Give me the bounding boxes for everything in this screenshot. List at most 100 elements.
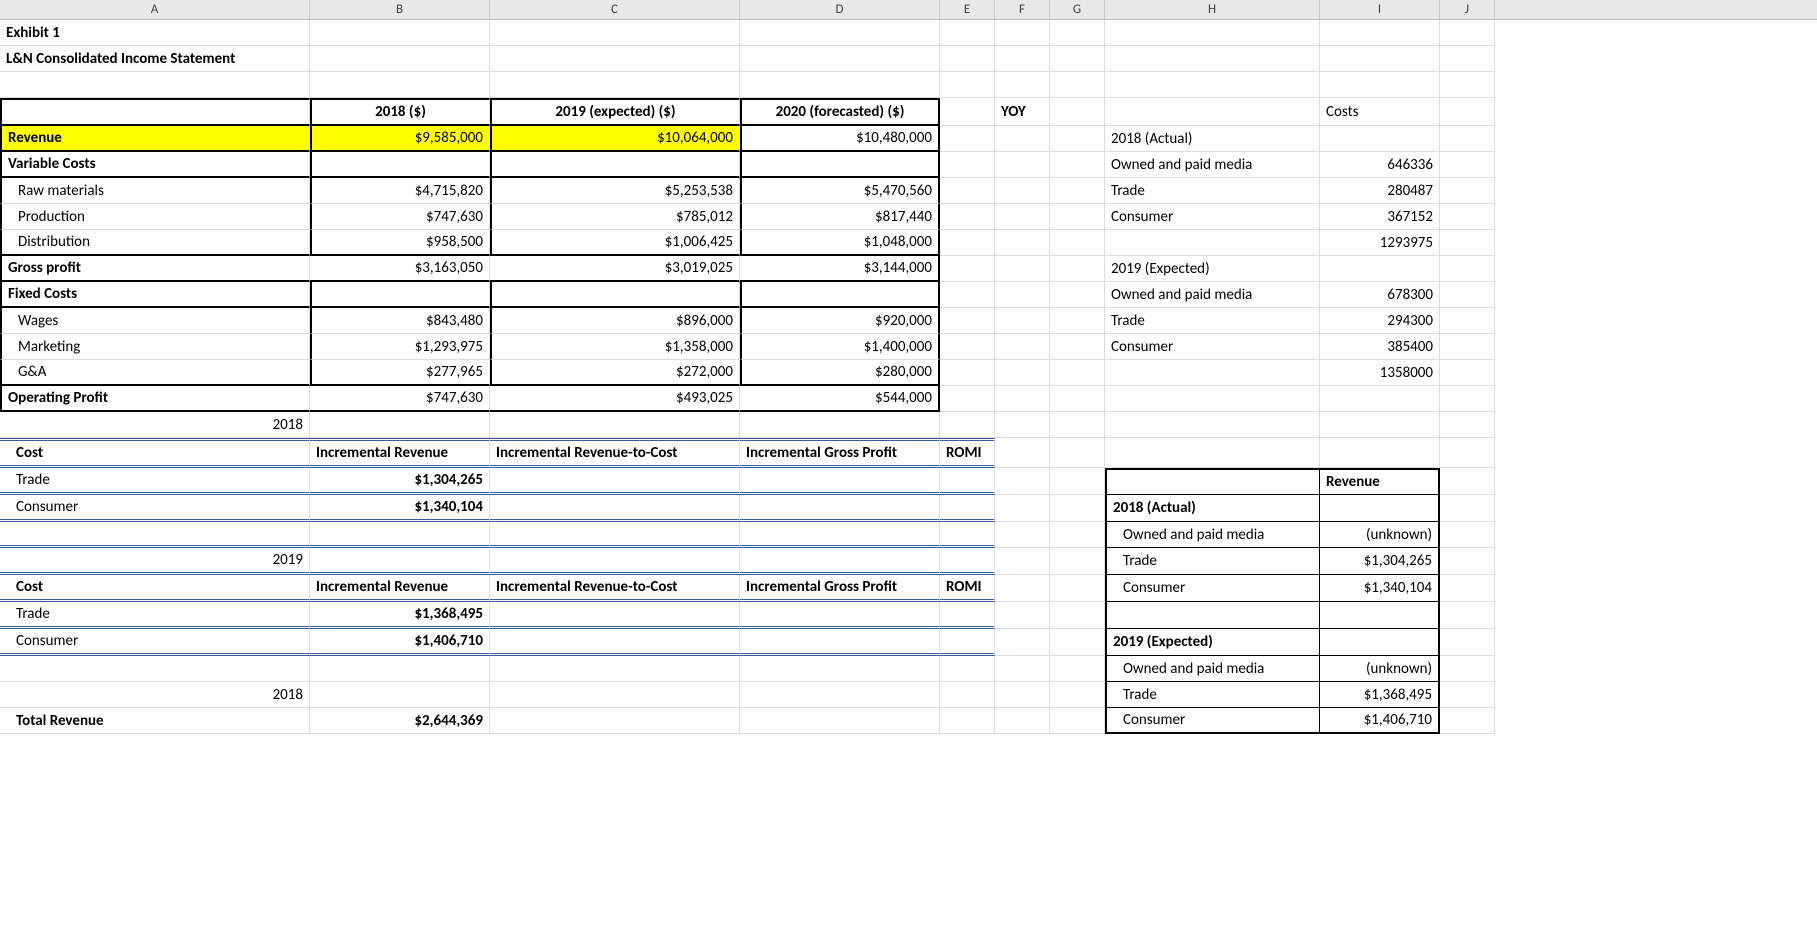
cell[interactable]	[995, 522, 1050, 548]
cell-costs-row-val[interactable]: 646336	[1320, 152, 1440, 178]
cell[interactable]	[940, 360, 995, 386]
cell[interactable]	[1440, 230, 1495, 256]
cell-production-2020[interactable]: $817,440	[740, 204, 940, 230]
cell-exhibit-title[interactable]: Exhibit 1	[0, 20, 310, 46]
cell-revenue-2020[interactable]: $10,480,000	[740, 126, 940, 152]
cell-year-2018[interactable]: 2018	[0, 412, 310, 438]
cell[interactable]	[940, 72, 995, 98]
cell-revbox-row-label[interactable]: Trade	[1105, 682, 1320, 708]
cell[interactable]	[995, 682, 1050, 708]
cell[interactable]	[940, 256, 995, 282]
cell[interactable]	[310, 412, 490, 438]
cell[interactable]	[995, 72, 1050, 98]
cell[interactable]	[740, 152, 940, 178]
cell[interactable]	[940, 98, 995, 126]
cell[interactable]	[1105, 72, 1320, 98]
cell[interactable]	[1320, 46, 1440, 72]
cell-costs-2019-label[interactable]: 2019 (Expected)	[1105, 256, 1320, 282]
cell-revenue-label[interactable]: Revenue	[0, 126, 310, 152]
col-header-c[interactable]: C	[490, 0, 740, 19]
cell[interactable]	[740, 656, 940, 682]
cell[interactable]	[1105, 602, 1320, 629]
cell-gross-profit-label[interactable]: Gross profit	[0, 256, 310, 282]
cell-ga-2018[interactable]: $277,965	[310, 360, 490, 386]
cell-costs-row-label[interactable]: Trade	[1105, 178, 1320, 204]
cell-costs-2018-label[interactable]: 2018 (Actual)	[1105, 126, 1320, 152]
cell[interactable]	[1050, 495, 1105, 522]
cell[interactable]	[1050, 602, 1105, 629]
cell[interactable]	[995, 495, 1050, 522]
cell[interactable]	[1105, 386, 1320, 412]
cell-distribution-2018[interactable]: $958,500	[310, 230, 490, 256]
cell[interactable]	[995, 204, 1050, 230]
cell-wages-2020[interactable]: $920,000	[740, 308, 940, 334]
cell[interactable]	[310, 682, 490, 708]
cell[interactable]	[1050, 468, 1105, 495]
cell[interactable]	[740, 468, 940, 495]
cell[interactable]	[1440, 575, 1495, 602]
cell[interactable]	[1440, 204, 1495, 230]
cell[interactable]	[740, 495, 940, 522]
cell-costs-row-val[interactable]: 678300	[1320, 282, 1440, 308]
cell-inc-col-e[interactable]: ROMI	[940, 438, 995, 468]
cell[interactable]	[1050, 522, 1105, 548]
cell[interactable]	[1440, 468, 1495, 495]
cell[interactable]	[995, 548, 1050, 575]
cell[interactable]	[1440, 360, 1495, 386]
cell[interactable]	[940, 602, 995, 629]
cell[interactable]	[1050, 152, 1105, 178]
cell[interactable]	[1050, 282, 1105, 308]
cell[interactable]	[995, 629, 1050, 656]
cell[interactable]	[995, 282, 1050, 308]
cell[interactable]	[0, 72, 310, 98]
cell-wages-label[interactable]: Wages	[0, 308, 310, 334]
cell[interactable]	[1320, 495, 1440, 522]
cell[interactable]	[995, 152, 1050, 178]
cell[interactable]	[1050, 386, 1105, 412]
cell-revbox-row-label[interactable]: Owned and paid media	[1105, 522, 1320, 548]
cell-distribution-2019[interactable]: $1,006,425	[490, 230, 740, 256]
cell-inc-col-d-2019[interactable]: Incremental Gross Profit	[740, 575, 940, 602]
cell-costs-row-val[interactable]: 1358000	[1320, 360, 1440, 386]
cell-marketing-label[interactable]: Marketing	[0, 334, 310, 360]
cell[interactable]	[1050, 256, 1105, 282]
cell[interactable]	[940, 126, 995, 152]
cell-wages-2019[interactable]: $896,000	[490, 308, 740, 334]
cell-year-2019[interactable]: 2019	[0, 548, 310, 575]
cell[interactable]	[310, 20, 490, 46]
cell[interactable]	[310, 72, 490, 98]
cell-costs-row-label[interactable]: Owned and paid media	[1105, 152, 1320, 178]
col-header-g[interactable]: G	[1050, 0, 1105, 19]
cell-bottom-year[interactable]: 2018	[0, 682, 310, 708]
col-header-i[interactable]: I	[1320, 0, 1440, 19]
cell[interactable]	[310, 152, 490, 178]
col-header-j[interactable]: J	[1440, 0, 1495, 19]
cell-ga-2020[interactable]: $280,000	[740, 360, 940, 386]
cell[interactable]	[1320, 438, 1440, 468]
cell[interactable]	[1050, 126, 1105, 152]
cell[interactable]	[490, 72, 740, 98]
cell[interactable]	[310, 46, 490, 72]
cell-gross-profit-2020[interactable]: $3,144,000	[740, 256, 940, 282]
cell[interactable]	[490, 495, 740, 522]
cell[interactable]	[940, 282, 995, 308]
cell-fixed-costs-label[interactable]: Fixed Costs	[0, 282, 310, 308]
cell[interactable]	[995, 602, 1050, 629]
cell-revbox-2018-label[interactable]: 2018 (Actual)	[1105, 495, 1320, 522]
cell-costs-row-label[interactable]	[1105, 360, 1320, 386]
cell-inc-consumer-val-2019[interactable]: $1,406,710	[310, 629, 490, 656]
cell[interactable]	[1050, 46, 1105, 72]
cell-raw-materials-2019[interactable]: $5,253,538	[490, 178, 740, 204]
cell[interactable]	[940, 495, 995, 522]
cell[interactable]	[1440, 282, 1495, 308]
cell[interactable]	[310, 522, 490, 548]
cell[interactable]	[1050, 708, 1105, 734]
cell[interactable]	[1320, 256, 1440, 282]
cell[interactable]	[740, 282, 940, 308]
cell-inc-trade-label-2019[interactable]: Trade	[0, 602, 310, 629]
cell-costs-row-val[interactable]: 280487	[1320, 178, 1440, 204]
cell[interactable]	[1050, 656, 1105, 682]
cell[interactable]	[0, 522, 310, 548]
cell-inc-consumer-val[interactable]: $1,340,104	[310, 495, 490, 522]
cell-marketing-2019[interactable]: $1,358,000	[490, 334, 740, 360]
